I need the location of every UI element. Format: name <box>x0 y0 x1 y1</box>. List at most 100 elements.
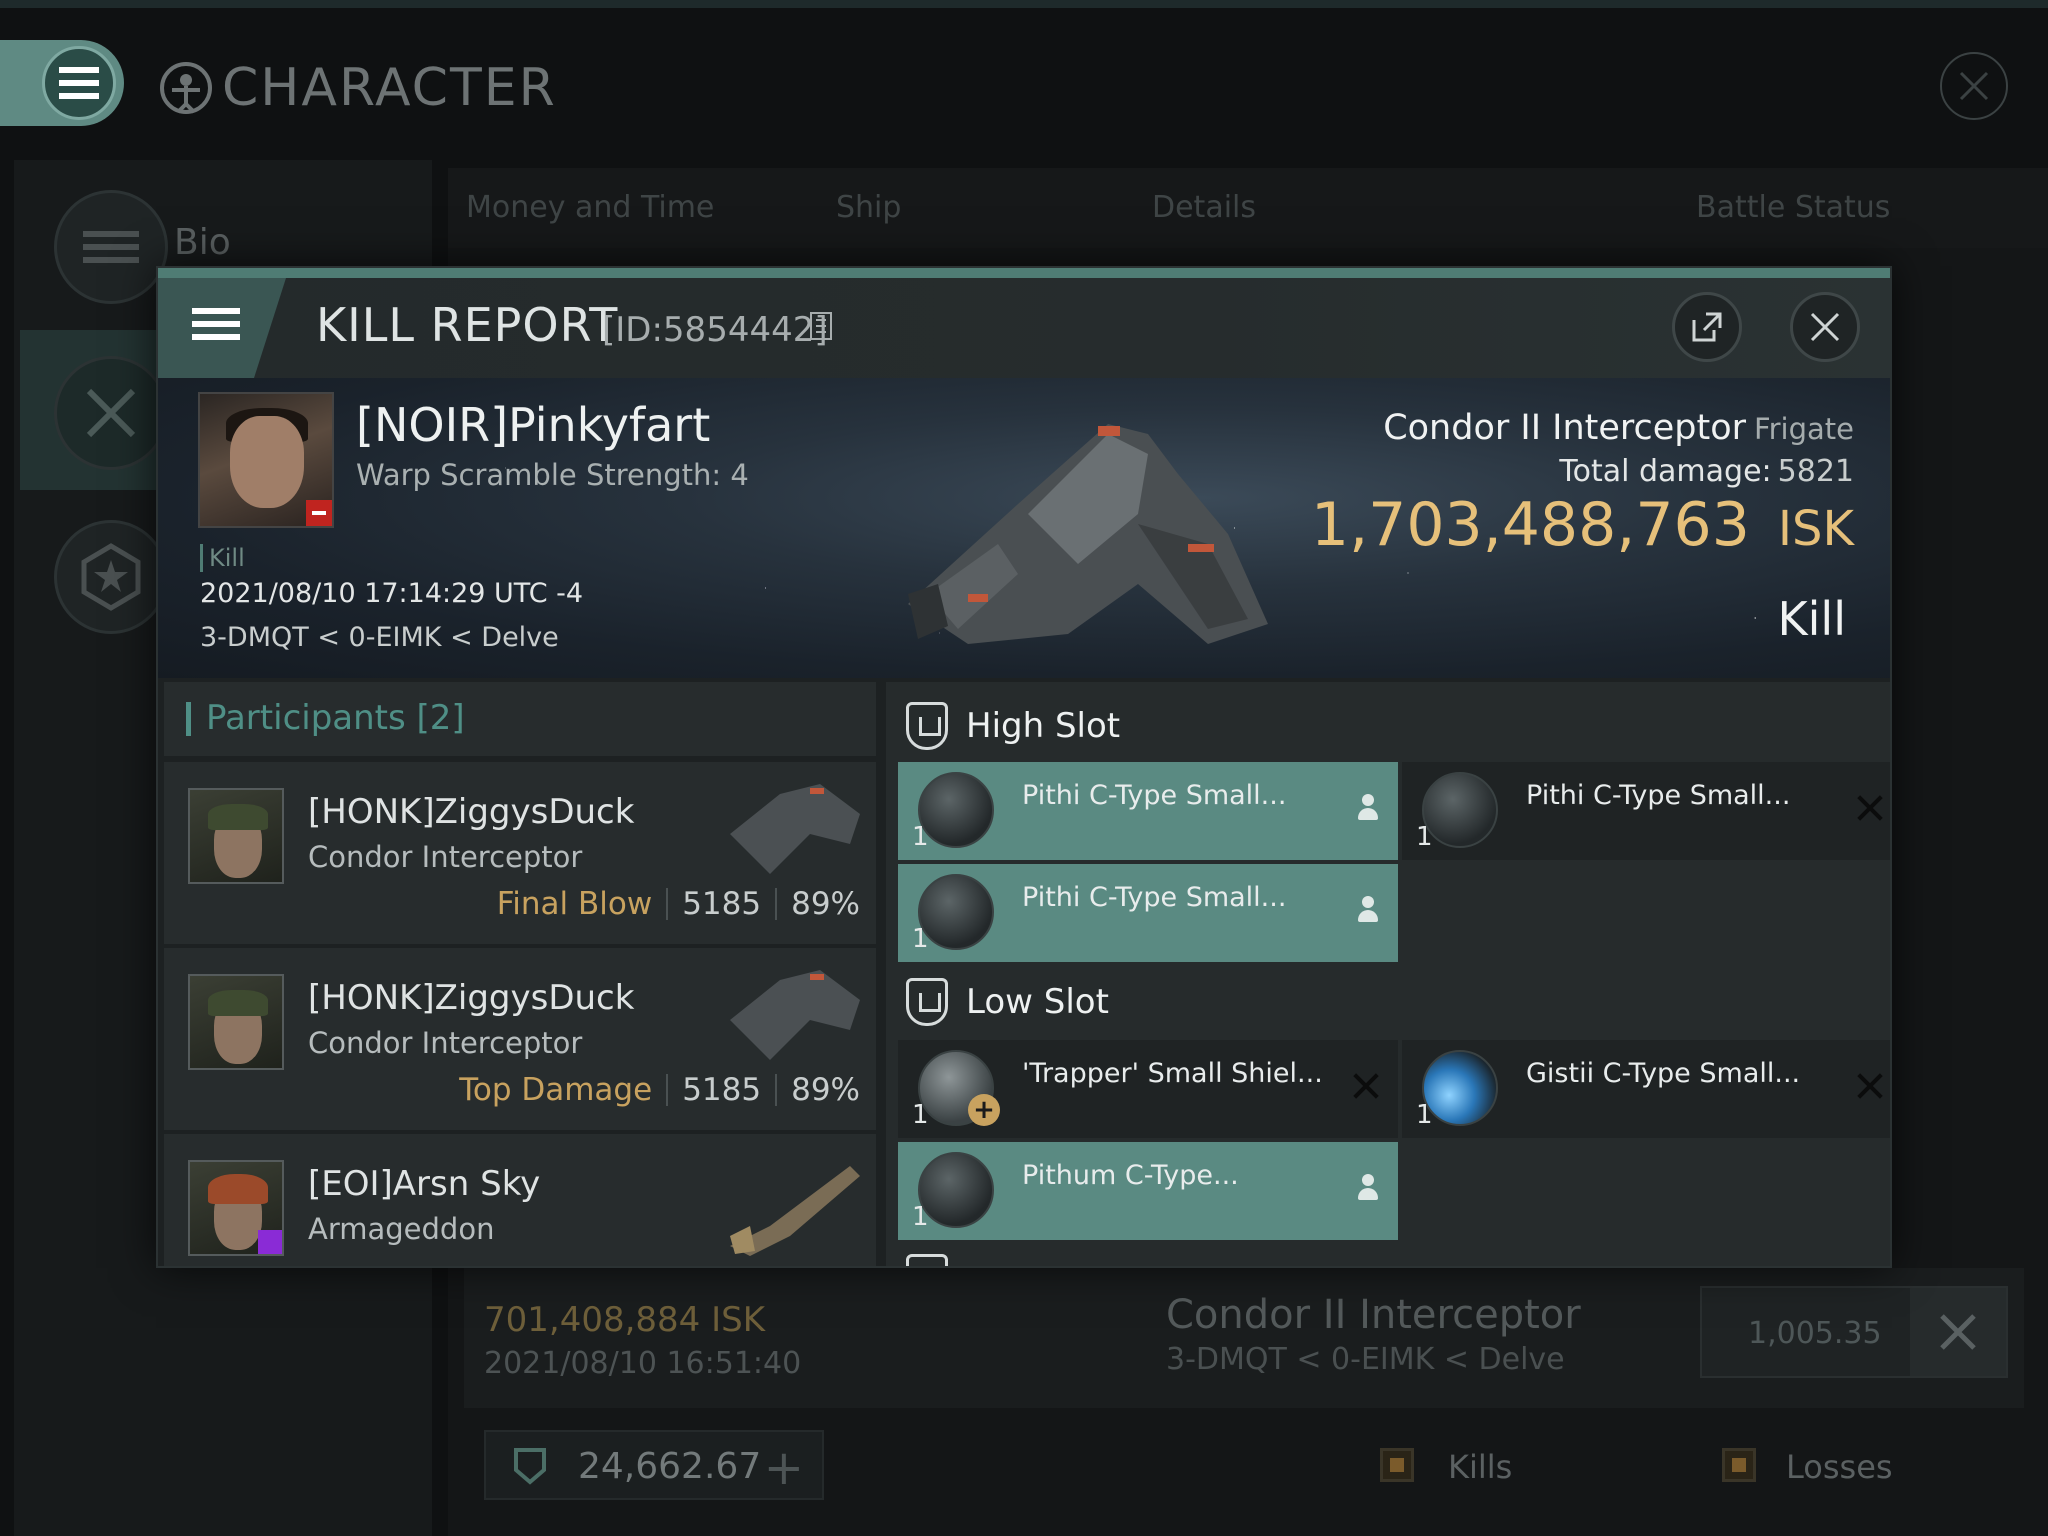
armor-module-icon <box>918 1152 994 1228</box>
star-badge-icon <box>81 543 141 611</box>
close-icon <box>1810 312 1840 342</box>
module-item[interactable]: 1 Pithi C-Type Small... <box>898 864 1398 962</box>
losses-legend-swatch[interactable] <box>1722 1448 1756 1482</box>
dialog-accent-bar <box>158 268 1890 278</box>
row-location: 3-DMQT < 0-EIMK < Delve <box>1166 1342 1565 1377</box>
module-item[interactable]: 1 Pithi C-Type Small... <box>898 762 1398 860</box>
turret-icon <box>918 874 994 950</box>
standing-icon <box>258 1230 282 1254</box>
ship-render <box>908 424 1268 644</box>
ship-class: Frigate <box>1754 412 1854 446</box>
fitting-panel: High Slot 1 Pithi C-Type Small... 1 Pith… <box>886 682 1890 1266</box>
total-damage-label: Total damage: <box>1559 454 1772 489</box>
tab-battle-status[interactable]: Battle Status <box>1696 190 1890 225</box>
page-title: CHARACTER <box>158 58 557 118</box>
turret-icon <box>918 772 994 848</box>
row-isk: 701,408,884 ISK <box>484 1300 766 1340</box>
plex-balance-value: 24,662.67 <box>578 1446 762 1487</box>
low-slot-icon <box>906 978 948 1026</box>
participants-label: Participants <box>206 698 406 738</box>
tab-details[interactable]: Details <box>1152 190 1256 225</box>
module-qty: 1 <box>912 1202 929 1232</box>
victim-banner: [NOIR]Pinkyfart Warp Scramble Strength: … <box>158 378 1890 678</box>
module-name: Pithi C-Type Small... <box>1022 780 1287 811</box>
participant-ship: Armageddon <box>308 1212 495 1246</box>
share-button[interactable] <box>1672 292 1742 362</box>
participant-ship-render <box>730 970 860 1060</box>
participant-damage: 5185 <box>682 1072 762 1108</box>
module-name: 'Trapper' Small Shiel... <box>1022 1058 1323 1089</box>
module-item[interactable]: 1 Pithi C-Type Small... <box>1402 762 1890 860</box>
kill-location[interactable]: 3-DMQT < 0-EIMK < Delve <box>200 622 559 653</box>
row-ship: Condor II Interceptor <box>1166 1292 1581 1338</box>
ship-name-text[interactable]: Condor II Interceptor <box>1383 408 1746 448</box>
module-qty: 1 <box>1416 822 1433 852</box>
participant-ship: Condor Interceptor <box>308 1026 583 1060</box>
hamburger-icon <box>59 67 99 99</box>
tab-money-and-time[interactable]: Money and Time <box>466 190 714 225</box>
wrench-icon <box>1940 1314 1976 1350</box>
fitting-button[interactable] <box>1910 1288 2006 1376</box>
kills-legend-swatch[interactable] <box>1380 1448 1414 1482</box>
turret-icon <box>1422 772 1498 848</box>
participant-role: Final Blow <box>496 886 653 922</box>
participant-avatar[interactable] <box>188 1160 284 1256</box>
close-window-button[interactable] <box>1940 52 2008 120</box>
participant-name[interactable]: [HONK]ZiggysDuck <box>308 978 634 1018</box>
participant-avatar[interactable] <box>188 788 284 884</box>
victim-name[interactable]: [NOIR]Pinkyfart <box>356 398 710 452</box>
sidebar-item-bio[interactable] <box>54 190 168 304</box>
main-menu-button[interactable] <box>0 40 124 126</box>
participant-row[interactable]: [HONK]ZiggysDuck Condor Interceptor Fina… <box>164 762 876 944</box>
participant-name[interactable]: [EOI]Arsn Sky <box>308 1164 540 1204</box>
participant-stats: Final Blow 5185 89% <box>497 886 860 922</box>
participant-damage: 5185 <box>682 886 762 922</box>
kill-datetime: 2021/08/10 17:14:29 UTC -4 <box>200 578 584 609</box>
module-item[interactable]: 1 Gistii C-Type Small... <box>1402 1040 1890 1138</box>
low-slot-label: Low Slot <box>966 982 1109 1022</box>
total-damage: Total damage: 5821 <box>1559 454 1854 489</box>
result-label: Kill <box>1777 592 1846 646</box>
character-icon <box>160 62 212 114</box>
module-name: Pithi C-Type Small... <box>1526 780 1791 811</box>
dropped-person-icon <box>1356 1174 1380 1202</box>
participant-stats: Top Damage 5185 89% <box>459 1072 860 1108</box>
copy-icon[interactable] <box>810 312 832 340</box>
participant-row[interactable]: [HONK]ZiggysDuck Condor Interceptor Top … <box>164 948 876 1130</box>
victim-ship-name: Condor II Interceptor Frigate <box>1383 408 1854 448</box>
participant-row[interactable]: [EOI]Arsn Sky Armageddon <box>164 1134 876 1266</box>
module-item[interactable]: 1 Pithum C-Type... <box>898 1142 1398 1240</box>
destroyed-x-icon <box>1856 1072 1884 1100</box>
victim-portrait[interactable] <box>198 392 334 528</box>
participant-name[interactable]: [HONK]ZiggysDuck <box>308 792 634 832</box>
warp-scramble-strength: Warp Scramble Strength: 4 <box>356 458 749 492</box>
participants-panel: Participants [2] [HONK]ZiggysDuck Condor… <box>164 682 876 1266</box>
kill-id: [ID:5854442] <box>602 310 828 350</box>
energy-module-icon <box>1422 1050 1498 1126</box>
page-title-text: CHARACTER <box>222 58 557 118</box>
participants-header: Participants [2] <box>164 682 876 756</box>
low-slot-header: Low Slot <box>906 978 1109 1026</box>
row-plex-chip: 1,005.35 <box>1700 1286 2008 1378</box>
participant-avatar[interactable] <box>188 974 284 1070</box>
add-plex-button[interactable]: + <box>764 1440 804 1496</box>
plex-balance: 24,662.67 + <box>484 1430 824 1500</box>
hostile-standing-icon <box>306 500 332 526</box>
plus-badge-icon: + <box>968 1094 1000 1126</box>
participants-count: [2] <box>416 698 465 738</box>
module-name: Pithum C-Type... <box>1022 1160 1239 1191</box>
high-slot-header: High Slot <box>906 702 1120 750</box>
sidebar-item-combat[interactable] <box>54 356 168 470</box>
destroyed-x-icon <box>1352 1072 1380 1100</box>
isk-value-number: 1,703,488,763 <box>1310 490 1750 560</box>
sidebar-item-medals[interactable] <box>54 520 168 634</box>
kills-legend-label: Kills <box>1448 1448 1513 1486</box>
participant-ship-render <box>730 784 860 874</box>
module-qty: 1 <box>1416 1100 1433 1130</box>
losses-legend-label: Losses <box>1786 1448 1893 1486</box>
module-qty: 1 <box>912 1100 929 1130</box>
kill-tag: Kill <box>200 544 245 572</box>
close-dialog-button[interactable] <box>1790 292 1860 362</box>
module-item[interactable]: + 1 'Trapper' Small Shiel... <box>898 1040 1398 1138</box>
tab-ship[interactable]: Ship <box>836 190 901 225</box>
